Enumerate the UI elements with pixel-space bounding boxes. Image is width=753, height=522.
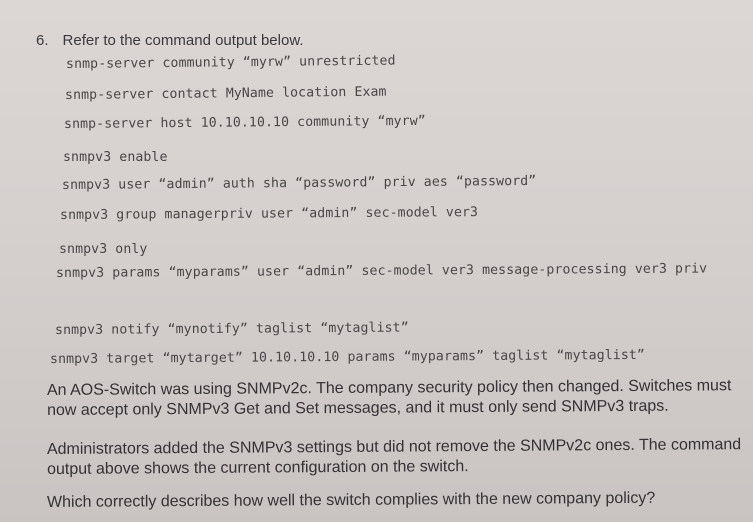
question-header: 6. Refer to the command output below.: [36, 32, 304, 49]
paragraph: Administrators added the SNMPv3 settings…: [46, 436, 742, 478]
config-line: snmpv3 only: [59, 242, 148, 257]
config-line: snmp-server community “myrw” unrestricte…: [65, 53, 396, 72]
config-line: snmpv3 user “admin” auth sha “password” …: [61, 173, 537, 193]
config-line: snmpv3 enable: [63, 150, 168, 165]
config-line: snmpv3 target “mytarget” 10.10.10.10 par…: [49, 347, 645, 367]
config-line: snmp-server host 10.10.10.10 community “…: [63, 113, 426, 132]
question-prompt: Refer to the command output below.: [62, 32, 304, 49]
config-line: snmpv3 group managerpriv user “admin” se…: [59, 205, 479, 223]
config-line: snmpv3 params “myparams” user “admin” se…: [55, 261, 708, 281]
paragraph: An AOS-Switch was using SNMPv2c. The com…: [46, 377, 732, 419]
question-number: 6.: [36, 32, 49, 49]
config-line: snmp-server contact MyName location Exam: [64, 84, 387, 103]
paragraph: Which correctly describes how well the s…: [46, 489, 656, 511]
document-page: 6. Refer to the command output below. snm…: [0, 0, 753, 522]
config-line: snmpv3 notify “mynotify” taglist “mytagl…: [54, 320, 409, 338]
